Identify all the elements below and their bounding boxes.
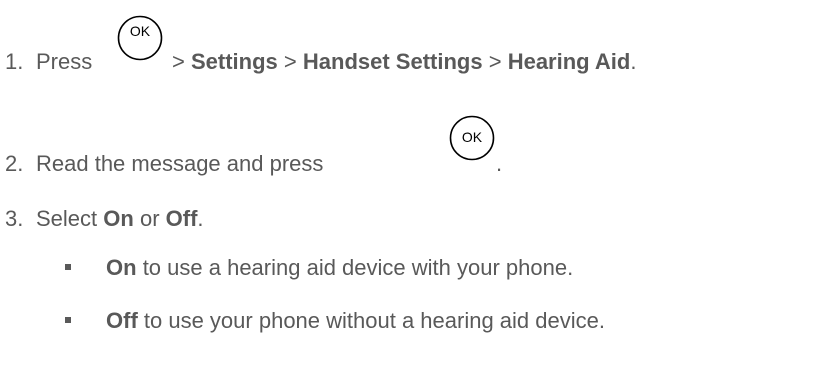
ok-icon-label: OK <box>462 129 483 145</box>
bullet-text: to use a hearing aid device with your ph… <box>142 255 574 280</box>
step-3: 3. Select On or Off. <box>5 206 204 232</box>
step-2-end: . <box>496 151 502 177</box>
path-separator: > <box>172 49 185 74</box>
bullet-item-on: On to use a hearing aid device with your… <box>106 255 573 281</box>
bullet-text: to use your phone without a hearing aid … <box>143 308 605 333</box>
bullet-marker <box>65 264 71 270</box>
bullet-label: On <box>106 255 137 280</box>
period: . <box>197 206 204 231</box>
option-on: On <box>103 206 134 231</box>
option-off: Off <box>165 206 198 231</box>
ok-icon-label: OK <box>130 23 151 39</box>
bullet-marker <box>65 317 71 323</box>
menu-handset-settings: Handset Settings <box>302 49 483 74</box>
bullet-label: Off <box>106 308 138 333</box>
connector-text: or <box>139 206 160 231</box>
step-text: Press <box>36 49 93 74</box>
menu-settings: Settings <box>190 49 278 74</box>
menu-hearing-aid: Hearing Aid <box>507 49 631 74</box>
step-2: 2. Read the message and press <box>5 151 323 177</box>
step-1: 1. Press <box>5 49 92 75</box>
ok-button-icon: OK <box>117 15 163 61</box>
step-number: 2. <box>5 151 24 176</box>
step-text: Select <box>36 206 98 231</box>
bullet-item-off: Off to use your phone without a hearing … <box>106 308 605 334</box>
step-number: 3. <box>5 206 24 231</box>
path-separator: > <box>283 49 297 74</box>
step-1-path: > Settings > Handset Settings > Hearing … <box>172 49 636 75</box>
step-number: 1. <box>5 49 24 74</box>
step-text: Read the message and press <box>36 151 324 176</box>
period: . <box>630 49 637 74</box>
path-separator: > <box>488 49 502 74</box>
period: . <box>496 151 503 176</box>
ok-button-icon: OK <box>449 115 495 161</box>
